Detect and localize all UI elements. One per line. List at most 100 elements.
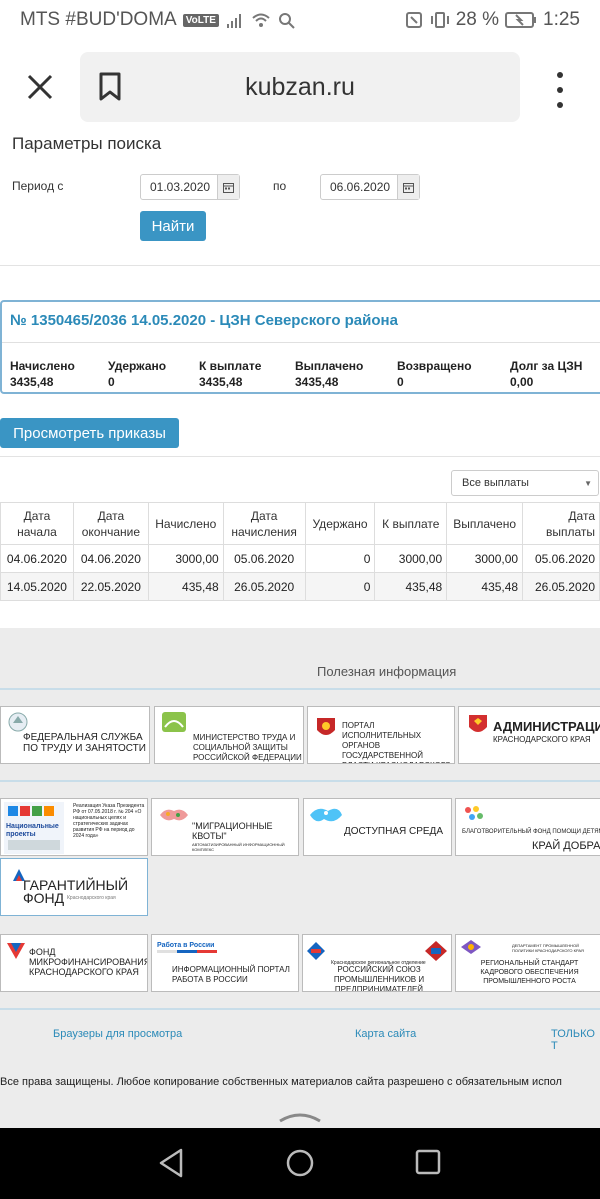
status-bar: MTS #BUD'DOMA VoLTE 28 % 1:25 [0,0,600,40]
banner-rspp[interactable]: Краснодарское региональное отделение РОС… [302,934,452,992]
banner-rabota-v-rossii[interactable]: Работа в России ИНФОРМАЦИОННЫЙ ПОРТАЛ РА… [151,934,299,992]
date-from-input[interactable]: 01.03.2020 [140,174,240,200]
banner-mintrud[interactable]: МИНИСТЕРСТВО ТРУДА И СОЦИАЛЬНОЙ ЗАЩИТЫ Р… [154,706,304,764]
summary-debt: Долг за ЦЗН 0,00 [510,359,582,389]
banner-text: ФЕДЕРАЛЬНАЯ СЛУЖБА ПО ТРУДУ И ЗАНЯТОСТИ [23,732,146,754]
column-header[interactable]: К выплате [374,502,448,545]
banner-administration[interactable]: АДМИНИСТРАЦИЯ КРАСНОДАРСКОГО КРАЯ [458,706,600,764]
url-text[interactable]: kubzan.ru [140,73,520,102]
clock: 1:25 [543,9,580,30]
banner-text: РЕГИОНАЛЬНЫЙ СТАНДАРТ КАДРОВОГО ОБЕСПЕЧЕ… [480,960,579,985]
nfc-icon [405,12,422,28]
banner-text: "МИГРАЦИОННЫЕ КВОТЫ" [192,821,273,841]
browser-toolbar: kubzan.ru [0,40,600,134]
sitemap-link[interactable]: Карта сайта [355,1028,416,1040]
banner-personnel-standard[interactable]: ДЕПАРТАМЕНТ ПРОМЫШЛЕННОЙ ПОЛИТИКИ КРАСНО… [455,934,600,992]
banner-guarantee-fund[interactable]: ГАРАНТИЙНЫЙ ФОНД Краснодарского края [0,858,148,916]
overflow-menu-button[interactable] [540,70,580,110]
volte-badge: VoLTE [182,13,219,27]
table-cell: 22.05.2020 [72,572,149,601]
divider [0,780,600,782]
banner-kray-dobra[interactable]: БЛАГОТВОРИТЕЛЬНЫЙ ФОНД ПОМОЩИ ДЕТЯМ КРАЙ… [455,798,600,856]
column-header[interactable]: Удержано [304,502,376,545]
column-header[interactable]: Начислено [147,502,224,545]
flag-stripe-icon [157,950,217,953]
record-title[interactable]: № 1350465/2036 14.05.2020 - ЦЗН Северско… [10,312,398,329]
back-icon[interactable] [157,1148,185,1178]
table-cell: 26.05.2020 [222,572,306,601]
chevron-up-icon[interactable] [278,1109,322,1123]
column-header[interactable]: Дата окончание [72,502,149,545]
table-cell: 04.06.2020 [0,544,74,573]
emblem-icon [8,712,28,732]
banner-text: МИНИСТЕРСТВО ТРУДА И СОЦИАЛЬНОЙ ЗАЩИТЫ Р… [193,733,302,762]
krasnodar-coat-of-arms-icon [317,718,335,735]
period-to-label: по [273,179,287,193]
table-cell: 435,48 [446,572,524,601]
column-header[interactable]: Дата начала [0,502,74,545]
table-row: 04.06.2020 04.06.2020 3000,00 05.06.2020… [0,544,600,573]
divider [2,342,600,343]
only-link[interactable]: ТОЛЬКО Т [551,1028,600,1052]
table-cell: 0 [304,572,376,601]
summary-value: 3435,48 [199,375,243,389]
page-content: Параметры поиска Период с 01.03.2020 по … [0,134,600,1128]
useful-info-section: Полезная информация ФЕДЕРАЛЬНАЯ СЛУЖБА П… [0,628,600,1128]
table-cell: 26.05.2020 [522,572,600,601]
useful-info-title: Полезная информация [317,664,457,679]
banner-national-projects[interactable]: Национальные проекты Реализация Указа Пр… [0,798,148,856]
mintrud-logo-icon [162,712,186,732]
table-cell: 0 [304,544,376,573]
table-cell: 14.05.2020 [0,572,74,601]
banner-text: Краснодарского края [67,895,116,901]
summary-paid: Выплачено 3435,48 [295,359,363,389]
summary-withheld: Удержано 0 [108,359,166,389]
table-cell: 3000,00 [374,544,448,573]
banner-title: АДМИНИСТРАЦИЯ [493,719,600,734]
table-cell: 05.06.2020 [222,544,306,573]
summary-value: 3435,48 [295,375,339,389]
dot-icon [557,87,563,93]
charity-logo-icon [465,806,483,820]
microfinance-logo-icon [7,943,25,959]
summary-label: Выплачено [295,359,364,373]
banner-microfinance[interactable]: ФОНД МИКРОФИНАНСИРОВАНИЯ КРАСНОДАРСКОГО … [0,934,148,992]
summary-label: Удержано [108,359,167,373]
summary-to-pay: К выплате 3435,48 [199,359,261,389]
calendar-icon[interactable] [217,175,239,199]
bookmark-button[interactable] [80,52,140,122]
select-value: Все выплаты [462,477,529,489]
date-from-value: 01.03.2020 [150,180,211,194]
banner-text: АВТОМАТИЗИРОВАННЫЙ ИНФОРМАЦИОННЫЙ КОМПЛЕ… [192,842,285,852]
find-button[interactable]: Найти [140,211,206,241]
view-orders-button[interactable]: Просмотреть приказы [0,418,179,448]
date-to-value: 06.06.2020 [330,180,391,194]
summary-value: 0 [108,375,115,389]
signal-icon [226,14,241,28]
calendar-icon[interactable] [397,175,419,199]
bookmark-icon [99,72,121,101]
summary-label: Начислено [10,359,75,373]
browsers-link[interactable]: Браузеры для просмотра [53,1028,182,1040]
close-tab-button[interactable] [0,40,80,134]
banner-accessible-environment[interactable]: ДОСТУПНАЯ СРЕДА [303,798,452,856]
date-to-input[interactable]: 06.06.2020 [320,174,420,200]
home-icon[interactable] [285,1148,315,1178]
divider [0,1008,600,1010]
system-nav-bar [0,1128,600,1199]
divider [0,688,600,690]
banner-rostrud[interactable]: ФЕДЕРАЛЬНАЯ СЛУЖБА ПО ТРУДУ И ЗАНЯТОСТИ [0,706,150,764]
banner-text: ФОНД МИКРОФИНАНСИРОВАНИЯ КРАСНОДАРСКОГО … [29,947,148,977]
column-header[interactable]: Дата выплаты [522,502,600,545]
summary-returned: Возвращено 0 [397,359,472,389]
standard-logo-icon [461,940,481,954]
address-bar[interactable]: kubzan.ru [80,52,520,122]
recent-apps-icon[interactable] [414,1148,442,1176]
close-icon [27,74,53,100]
payments-filter-select[interactable]: Все выплаты ▼ [451,470,599,496]
column-header[interactable]: Выплачено [446,502,524,545]
banner-migration-quotas[interactable]: "МИГРАЦИОННЫЕ КВОТЫ" АВТОМАТИЗИРОВАННЫЙ … [151,798,299,856]
column-header[interactable]: Дата начисления [222,502,306,545]
banner-text: Национальные проекты [6,823,59,838]
banner-krasnodar-portal[interactable]: ПОРТАЛ ИСПОЛНИТЕЛЬНЫХ ОРГАНОВ ГОСУДАРСТВ… [307,706,455,764]
